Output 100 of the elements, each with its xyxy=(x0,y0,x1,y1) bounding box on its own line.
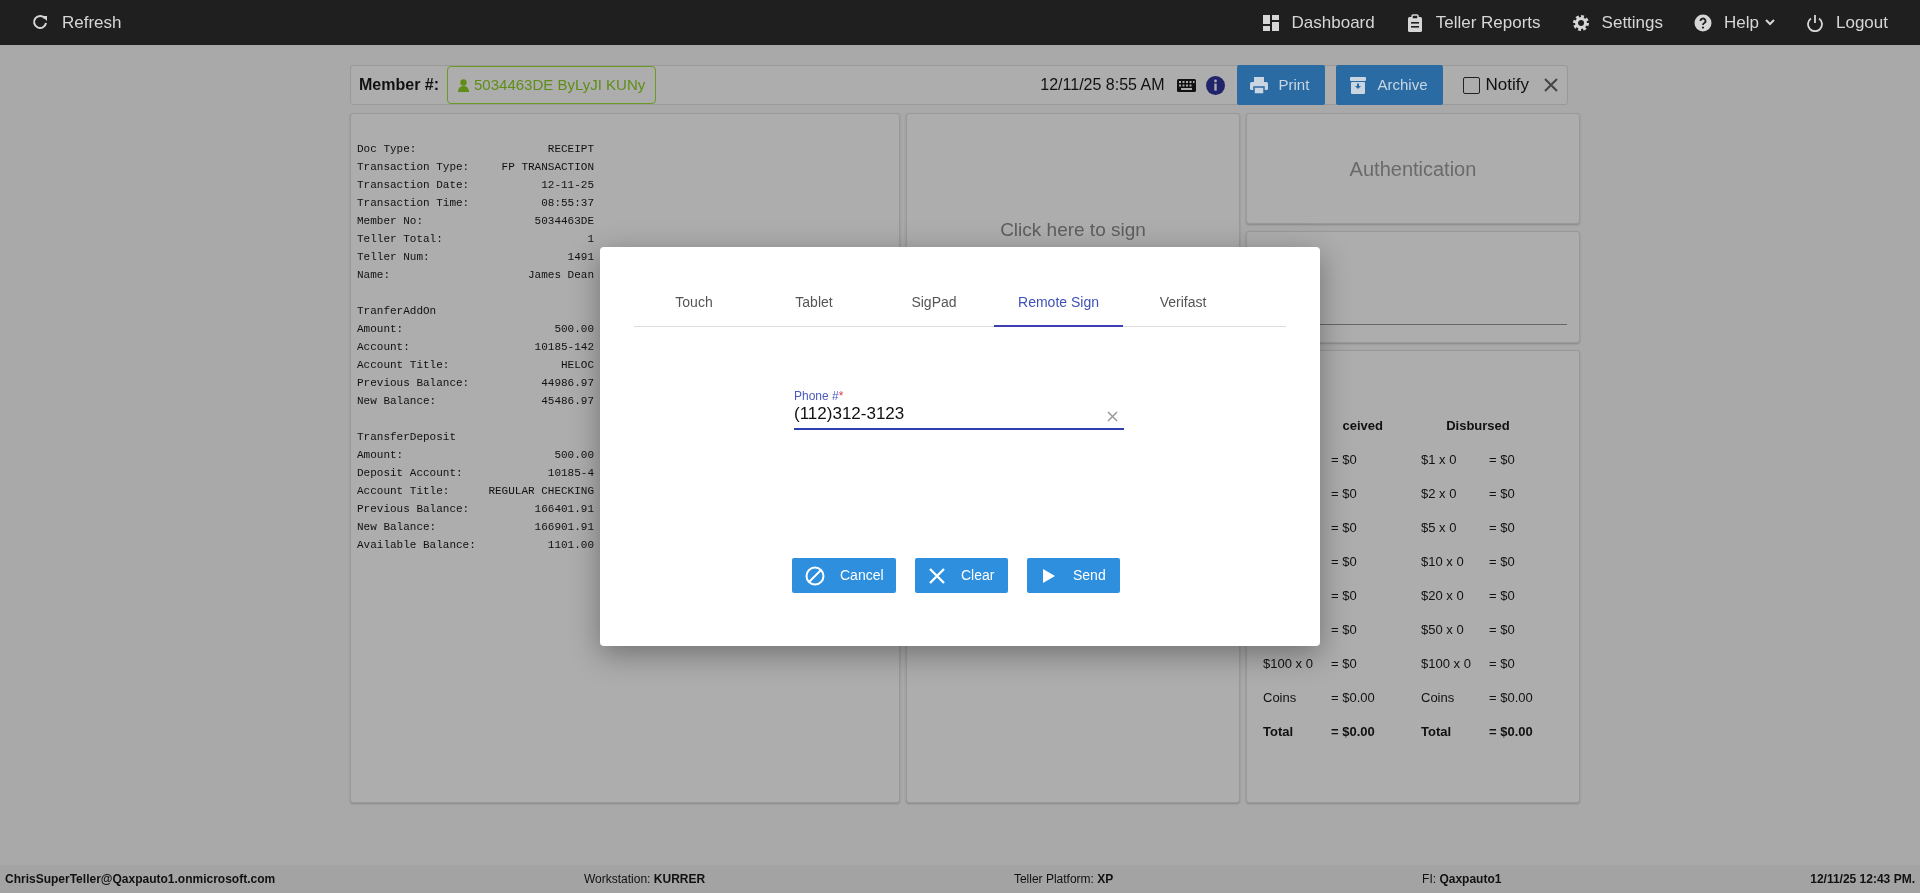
cash-denomination: $5 x 0 xyxy=(1421,519,1458,538)
settings-icon xyxy=(1571,13,1590,32)
cash-amount: = $0 xyxy=(1331,621,1358,640)
receipt-value: James Dean xyxy=(528,268,594,283)
receipt-label: New Balance: xyxy=(357,394,437,409)
receipt-value: 1 xyxy=(587,232,594,247)
cash-amount: = $0 xyxy=(1331,655,1358,674)
receipt-value: 1101.00 xyxy=(547,538,594,553)
receipt-label: Transaction Date: xyxy=(357,178,470,193)
status-item: ChrisSuperTeller@Qaxpauto1.onmicrosoft.com xyxy=(5,871,276,888)
receipt-label: New Balance: xyxy=(357,520,437,535)
nav-item[interactable]: Logout xyxy=(1806,9,1888,36)
receipt-value: 10185-4 xyxy=(547,466,594,481)
close-icon xyxy=(928,566,946,585)
cash-denomination: $1 x 0 xyxy=(1421,451,1458,470)
receipt-label: Amount: xyxy=(357,322,404,337)
phone-field[interactable]: (112)312-3123 xyxy=(794,403,1124,430)
status-item: Workstation: KURRER xyxy=(584,871,706,888)
power-icon xyxy=(1806,13,1824,32)
receipt-value: 166901.91 xyxy=(534,520,594,535)
cash-amount: = $0 xyxy=(1489,519,1516,538)
receipt-label: Amount: xyxy=(357,448,404,463)
status-item: 12/11/25 12:43 PM. xyxy=(1810,871,1915,888)
cash-amount: = $0 xyxy=(1331,485,1358,504)
cancel-icon xyxy=(805,565,825,586)
receipt-section-title: TransferDeposit xyxy=(357,430,458,445)
dialog-tab[interactable]: Remote Sign xyxy=(994,280,1123,327)
cash-amount: = $0 xyxy=(1489,655,1516,674)
receipt-label: Account Title: xyxy=(357,358,450,373)
dialog-tab[interactable]: Verifast xyxy=(1123,280,1243,327)
cash-amount: = $0 xyxy=(1331,451,1358,470)
receipt-value: 12-11-25 xyxy=(541,178,594,193)
cash-denomination: Total xyxy=(1421,723,1453,742)
toolbar-button[interactable]: Archive xyxy=(1335,65,1443,105)
cash-amount: = $0 xyxy=(1331,519,1358,538)
close-icon[interactable] xyxy=(1543,77,1559,93)
authentication-title: Authentication xyxy=(1349,156,1477,182)
nav-item[interactable]: Refresh xyxy=(32,9,122,36)
keyboard-icon[interactable] xyxy=(1176,78,1196,92)
receipt-value: 44986.97 xyxy=(541,376,594,391)
cash-denomination: $2 x 0 xyxy=(1421,485,1458,504)
clear-icon[interactable] xyxy=(1107,411,1118,422)
cash-denomination: $20 x 0 xyxy=(1421,587,1465,606)
cash-amount: = $0 xyxy=(1331,553,1358,572)
info-icon[interactable] xyxy=(1205,75,1225,95)
dashboard-icon xyxy=(1261,13,1280,32)
nav-item[interactable]: Help xyxy=(1694,9,1775,36)
nav-item[interactable]: Teller Reports xyxy=(1405,9,1541,36)
receipt-label: Transaction Type: xyxy=(357,160,470,175)
receipt-value: 1491 xyxy=(567,250,594,265)
archive-icon xyxy=(1347,75,1368,95)
cash-amount: = $0.00 xyxy=(1331,689,1376,708)
receipt-label: Name: xyxy=(357,268,390,283)
receipt-value: 5034463DE xyxy=(534,214,594,229)
help-icon xyxy=(1694,13,1713,32)
receipt-label: Account Title: xyxy=(357,484,450,499)
status-item: Teller Platform: XP xyxy=(1013,871,1114,888)
cash-amount: = $0 xyxy=(1331,587,1358,606)
receipt-label: Member No: xyxy=(357,214,423,229)
field-label: Phone #* xyxy=(794,389,844,403)
cash-amount: = $0 xyxy=(1489,485,1516,504)
date-time: 12/11/25 8:55 AM xyxy=(1040,75,1165,95)
nav-item[interactable]: Dashboard xyxy=(1261,9,1375,36)
printer-icon xyxy=(1248,75,1269,95)
receipt-value: 45486.97 xyxy=(541,394,594,409)
cash-amount: = $0.00 xyxy=(1331,723,1376,742)
receipt-label: Account: xyxy=(357,340,410,355)
receipt-value: 166401.91 xyxy=(534,502,594,517)
dialog-tab[interactable]: Tablet xyxy=(754,280,874,327)
sign-prompt: Click here to sign xyxy=(1000,218,1146,240)
receipt-label: Available Balance: xyxy=(357,538,476,553)
receipt-value: 500.00 xyxy=(554,448,594,463)
receipt-label: Teller Num: xyxy=(357,250,430,265)
receipt-label: Previous Balance: xyxy=(357,502,470,517)
refresh-icon xyxy=(32,13,50,32)
receipt-value: FP TRANSACTION xyxy=(501,160,594,175)
receipt-value: HELOC xyxy=(561,358,594,373)
cash-denomination: $100 x 0 xyxy=(1421,655,1472,674)
receipt-label: Previous Balance: xyxy=(357,376,470,391)
person-icon xyxy=(458,78,470,92)
receipt-label: Deposit Account: xyxy=(357,466,463,481)
cash-denomination: $10 x 0 xyxy=(1421,553,1465,572)
member-label: Member #: xyxy=(359,75,440,95)
receipt-value: 08:55:37 xyxy=(541,196,594,211)
cash-denomination: Total xyxy=(1263,723,1295,742)
dialog-tab[interactable]: Touch xyxy=(634,280,754,327)
clipboard-icon xyxy=(1405,13,1424,32)
nav-item[interactable]: Settings xyxy=(1571,9,1664,36)
cash-amount: = $0 xyxy=(1489,451,1516,470)
toolbar-button[interactable]: Print xyxy=(1236,65,1325,105)
dialog-tab[interactable]: SigPad xyxy=(874,280,994,327)
received-header: ceived xyxy=(1342,417,1384,436)
receipt-value: RECEIPT xyxy=(547,142,594,157)
receipt-value: 500.00 xyxy=(554,322,594,337)
cash-amount: = $0 xyxy=(1489,621,1516,640)
cash-denomination: $50 x 0 xyxy=(1421,621,1465,640)
notify-checkbox[interactable]: Notify xyxy=(1462,72,1529,98)
receipt-label: Teller Total: xyxy=(357,232,443,247)
cash-amount: = $0.00 xyxy=(1489,689,1534,708)
cash-amount: = $0 xyxy=(1489,587,1516,606)
